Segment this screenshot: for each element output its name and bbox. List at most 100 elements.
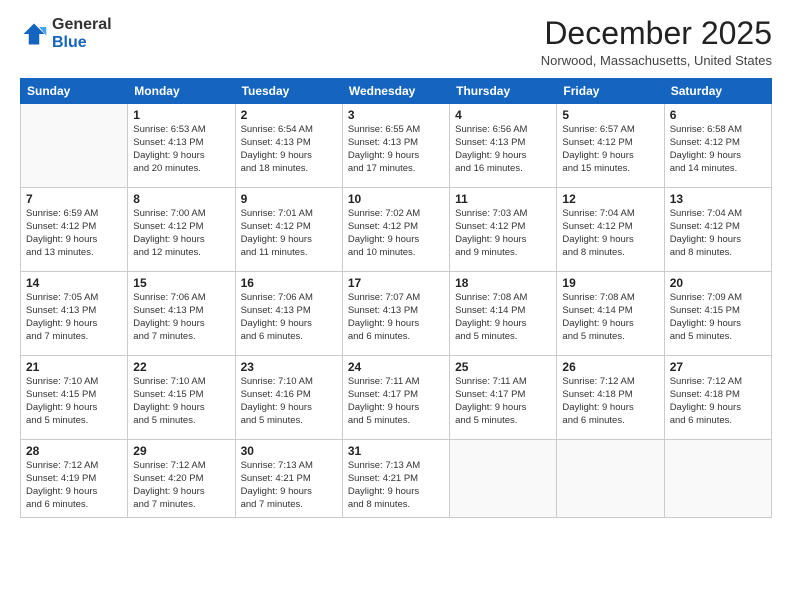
day-cell: 24Sunrise: 7:11 AM Sunset: 4:17 PM Dayli… [342, 356, 449, 440]
day-number: 14 [26, 276, 122, 290]
day-cell: 29 Sunrise: 7:12 AM Sunset: 4:20 PM Dayli… [128, 440, 235, 518]
day-info: Sunrise: 7:05 AM Sunset: 4:13 PM Dayligh… [26, 292, 122, 343]
day-info: Sunrise: 7:12 AM Sunset: 4:18 PM Dayligh… [670, 376, 766, 427]
day-cell: 6 Sunrise: 6:58 AM Sunset: 4:12 PM Daylig… [664, 104, 771, 188]
logo-icon [20, 20, 48, 48]
day-info: Sunrise: 7:13 AM Sunset: 4:21 PM Dayligh… [241, 460, 337, 511]
day-info: Sunrise: 7:02 AM Sunset: 4:12 PM Dayligh… [348, 208, 444, 259]
day-cell: 9 Sunrise: 7:01 AM Sunset: 4:12 PM Daylig… [235, 188, 342, 272]
day-info: Sunrise: 7:10 AM Sunset: 4:15 PM Dayligh… [26, 376, 122, 427]
weekday-thursday: Thursday [450, 79, 557, 104]
day-cell: 5 Sunrise: 6:57 AM Sunset: 4:12 PM Daylig… [557, 104, 664, 188]
day-cell: 18 Sunrise: 7:08 AM Sunset: 4:14 PM Dayli… [450, 272, 557, 356]
day-info: Sunrise: 7:12 AM Sunset: 4:18 PM Dayligh… [562, 376, 658, 427]
day-number: 30 [241, 444, 337, 458]
day-cell: 20 Sunrise: 7:09 AM Sunset: 4:15 PM Dayli… [664, 272, 771, 356]
day-number: 18 [455, 276, 551, 290]
header: General Blue December 2025 Norwood, Mass… [20, 16, 772, 68]
weekday-sunday: Sunday [21, 79, 128, 104]
day-cell: 3Sunrise: 6:55 AM Sunset: 4:13 PM Daylig… [342, 104, 449, 188]
day-info: Sunrise: 7:04 AM Sunset: 4:12 PM Dayligh… [562, 208, 658, 259]
day-info: Sunrise: 6:54 AM Sunset: 4:13 PM Dayligh… [241, 124, 337, 175]
page: General Blue December 2025 Norwood, Mass… [0, 0, 792, 612]
day-number: 5 [562, 108, 658, 122]
week-row-1: 1 Sunrise: 6:53 AM Sunset: 4:13 PM Daylig… [21, 104, 772, 188]
day-cell: 30 Sunrise: 7:13 AM Sunset: 4:21 PM Dayli… [235, 440, 342, 518]
day-number: 29 [133, 444, 229, 458]
day-number: 21 [26, 360, 122, 374]
day-cell [21, 104, 128, 188]
day-cell: 22 Sunrise: 7:10 AM Sunset: 4:15 PM Dayli… [128, 356, 235, 440]
logo-text: General Blue [52, 16, 112, 51]
day-number: 1 [133, 108, 229, 122]
day-info: Sunrise: 7:12 AM Sunset: 4:19 PM Dayligh… [26, 460, 122, 511]
day-cell: 12 Sunrise: 7:04 AM Sunset: 4:12 PM Dayli… [557, 188, 664, 272]
day-cell [557, 440, 664, 518]
day-info: Sunrise: 6:53 AM Sunset: 4:13 PM Dayligh… [133, 124, 229, 175]
day-cell: 4Sunrise: 6:56 AM Sunset: 4:13 PM Daylig… [450, 104, 557, 188]
day-info: Sunrise: 7:12 AM Sunset: 4:20 PM Dayligh… [133, 460, 229, 511]
day-number: 23 [241, 360, 337, 374]
day-cell: 27 Sunrise: 7:12 AM Sunset: 4:18 PM Dayli… [664, 356, 771, 440]
location: Norwood, Massachusetts, United States [541, 53, 772, 68]
day-number: 26 [562, 360, 658, 374]
day-number: 31 [348, 444, 444, 458]
weekday-wednesday: Wednesday [342, 79, 449, 104]
day-number: 3 [348, 108, 444, 122]
week-row-5: 28Sunrise: 7:12 AM Sunset: 4:19 PM Dayli… [21, 440, 772, 518]
day-info: Sunrise: 7:00 AM Sunset: 4:12 PM Dayligh… [133, 208, 229, 259]
day-info: Sunrise: 7:11 AM Sunset: 4:17 PM Dayligh… [455, 376, 551, 427]
logo: General Blue [20, 16, 112, 51]
day-info: Sunrise: 7:08 AM Sunset: 4:14 PM Dayligh… [455, 292, 551, 343]
day-cell: 19 Sunrise: 7:08 AM Sunset: 4:14 PM Dayli… [557, 272, 664, 356]
day-number: 4 [455, 108, 551, 122]
day-info: Sunrise: 7:10 AM Sunset: 4:16 PM Dayligh… [241, 376, 337, 427]
day-number: 27 [670, 360, 766, 374]
day-cell: 10 Sunrise: 7:02 AM Sunset: 4:12 PM Dayli… [342, 188, 449, 272]
weekday-saturday: Saturday [664, 79, 771, 104]
day-number: 9 [241, 192, 337, 206]
day-number: 19 [562, 276, 658, 290]
day-info: Sunrise: 7:09 AM Sunset: 4:15 PM Dayligh… [670, 292, 766, 343]
day-number: 25 [455, 360, 551, 374]
day-info: Sunrise: 7:13 AM Sunset: 4:21 PM Dayligh… [348, 460, 444, 511]
day-number: 7 [26, 192, 122, 206]
day-info: Sunrise: 7:04 AM Sunset: 4:12 PM Dayligh… [670, 208, 766, 259]
calendar: SundayMondayTuesdayWednesdayThursdayFrid… [20, 78, 772, 518]
weekday-friday: Friday [557, 79, 664, 104]
day-info: Sunrise: 7:08 AM Sunset: 4:14 PM Dayligh… [562, 292, 658, 343]
day-number: 22 [133, 360, 229, 374]
day-cell: 7 Sunrise: 6:59 AM Sunset: 4:12 PM Daylig… [21, 188, 128, 272]
day-cell: 8 Sunrise: 7:00 AM Sunset: 4:12 PM Daylig… [128, 188, 235, 272]
day-info: Sunrise: 7:10 AM Sunset: 4:15 PM Dayligh… [133, 376, 229, 427]
day-number: 12 [562, 192, 658, 206]
day-number: 2 [241, 108, 337, 122]
weekday-monday: Monday [128, 79, 235, 104]
day-cell: 21 Sunrise: 7:10 AM Sunset: 4:15 PM Dayli… [21, 356, 128, 440]
day-info: Sunrise: 6:58 AM Sunset: 4:12 PM Dayligh… [670, 124, 766, 175]
day-number: 8 [133, 192, 229, 206]
day-number: 20 [670, 276, 766, 290]
day-info: Sunrise: 7:11 AM Sunset: 4:17 PM Dayligh… [348, 376, 444, 427]
day-cell: 31 Sunrise: 7:13 AM Sunset: 4:21 PM Dayli… [342, 440, 449, 518]
day-cell: 17Sunrise: 7:07 AM Sunset: 4:13 PM Dayli… [342, 272, 449, 356]
weekday-header-row: SundayMondayTuesdayWednesdayThursdayFrid… [21, 79, 772, 104]
day-info: Sunrise: 7:01 AM Sunset: 4:12 PM Dayligh… [241, 208, 337, 259]
day-info: Sunrise: 7:06 AM Sunset: 4:13 PM Dayligh… [241, 292, 337, 343]
day-info: Sunrise: 6:59 AM Sunset: 4:12 PM Dayligh… [26, 208, 122, 259]
day-info: Sunrise: 7:07 AM Sunset: 4:13 PM Dayligh… [348, 292, 444, 343]
day-cell: 23 Sunrise: 7:10 AM Sunset: 4:16 PM Dayli… [235, 356, 342, 440]
day-cell: 14 Sunrise: 7:05 AM Sunset: 4:13 PM Dayli… [21, 272, 128, 356]
day-cell: 28Sunrise: 7:12 AM Sunset: 4:19 PM Dayli… [21, 440, 128, 518]
day-info: Sunrise: 6:57 AM Sunset: 4:12 PM Dayligh… [562, 124, 658, 175]
day-number: 16 [241, 276, 337, 290]
day-cell: 2 Sunrise: 6:54 AM Sunset: 4:13 PM Daylig… [235, 104, 342, 188]
title-block: December 2025 Norwood, Massachusetts, Un… [541, 16, 772, 68]
week-row-4: 21 Sunrise: 7:10 AM Sunset: 4:15 PM Dayli… [21, 356, 772, 440]
day-number: 10 [348, 192, 444, 206]
day-number: 15 [133, 276, 229, 290]
day-cell: 1 Sunrise: 6:53 AM Sunset: 4:13 PM Daylig… [128, 104, 235, 188]
day-cell: 25 Sunrise: 7:11 AM Sunset: 4:17 PM Dayli… [450, 356, 557, 440]
day-number: 6 [670, 108, 766, 122]
weekday-tuesday: Tuesday [235, 79, 342, 104]
